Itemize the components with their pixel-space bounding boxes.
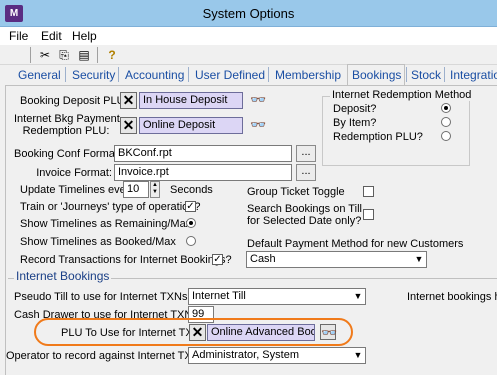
menu-file[interactable]: File: [9, 29, 28, 43]
internet-bkg-payment-label-line2: Redemption PLU:: [22, 125, 110, 137]
tab-divider: [444, 67, 445, 82]
operator-label: Operator to record against Internet TXNs…: [6, 350, 209, 362]
redemption-option-plu-radio[interactable]: [441, 131, 451, 141]
default-payment-label: Default Payment Method for new Customers: [247, 238, 464, 250]
toolbar-separator: [30, 47, 31, 63]
tab-divider: [406, 67, 407, 82]
plu-internet-label: PLU To Use for Internet TXNs:: [61, 327, 210, 339]
update-timelines-field[interactable]: 10: [123, 181, 149, 198]
copy-icon[interactable]: ⎘: [56, 47, 72, 63]
invoice-format-field[interactable]: Invoice.rpt: [114, 164, 292, 181]
binoculars-icon[interactable]: 👓: [250, 117, 266, 133]
redemption-plu-field[interactable]: Online Deposit: [139, 117, 243, 134]
cut-icon[interactable]: ✂: [37, 47, 53, 63]
tab-stock[interactable]: Stock: [411, 68, 441, 82]
paste-icon[interactable]: ▤: [76, 47, 92, 63]
binoculars-icon[interactable]: 👓: [250, 92, 266, 108]
internet-bookings-title: Internet Bookings: [14, 269, 112, 283]
show-remaining-radio[interactable]: [186, 218, 196, 228]
conf-format-field[interactable]: BKConf.rpt: [114, 145, 292, 162]
search-bookings-label-line2: for Selected Date only?: [247, 215, 362, 227]
tab-divider: [65, 67, 66, 82]
invoice-format-browse-button[interactable]: ...: [296, 164, 316, 181]
menu-edit[interactable]: Edit: [41, 29, 62, 43]
redemption-option-deposit-label: Deposit?: [333, 103, 377, 115]
group-ticket-checkbox[interactable]: [363, 186, 374, 197]
conf-format-label: Booking Conf Format:: [14, 148, 121, 160]
chevron-down-icon[interactable]: ▼: [351, 289, 365, 304]
binoculars-icon[interactable]: 👓: [320, 324, 337, 340]
clear-plu-button[interactable]: ✕: [189, 324, 206, 341]
clear-deposit-plu-button[interactable]: ✕: [120, 92, 137, 109]
menu-help[interactable]: Help: [72, 29, 97, 43]
window-title: System Options: [202, 6, 295, 21]
train-journeys-label: Train or 'Journeys' type of operation?: [20, 201, 201, 213]
redemption-option-plu-label: Redemption PLU?: [333, 131, 423, 143]
pseudo-till-label: Pseudo Till to use for Internet TXNs:: [14, 291, 191, 303]
redemption-option-by-item-radio[interactable]: [441, 117, 451, 127]
spin-down-icon[interactable]: ▼: [151, 189, 159, 196]
search-bookings-label: Search Bookings on Till for Selected Dat…: [247, 203, 362, 227]
spin-up-icon[interactable]: ▲: [151, 182, 159, 189]
show-booked-label: Show Timelines as Booked/Max: [20, 236, 176, 248]
chevron-down-icon[interactable]: ▼: [412, 252, 426, 267]
tab-accounting[interactable]: Accounting: [125, 68, 184, 82]
default-payment-select[interactable]: Cash: [246, 251, 427, 268]
tab-divider: [268, 67, 269, 82]
toolbar-separator: [97, 47, 98, 63]
deposit-plu-field[interactable]: In House Deposit: [139, 92, 243, 109]
redemption-option-by-item-label: By Item?: [333, 117, 377, 129]
record-transactions-label: Record Transactions for Internet Booking…: [20, 254, 232, 266]
toolbar: [0, 45, 497, 65]
redemption-option-deposit-radio[interactable]: [441, 103, 451, 113]
tab-divider: [188, 67, 189, 82]
operator-select[interactable]: Administrator, System: [188, 347, 366, 364]
show-booked-radio[interactable]: [186, 236, 196, 246]
update-timelines-label: Update Timelines every:: [20, 184, 138, 196]
train-journeys-checkbox[interactable]: ✓: [185, 201, 196, 212]
tab-user-defined[interactable]: User Defined: [195, 68, 265, 82]
search-bookings-checkbox[interactable]: [363, 209, 374, 220]
tab-membership[interactable]: Membership: [275, 68, 341, 82]
chevron-down-icon[interactable]: ▼: [351, 348, 365, 363]
tab-divider: [118, 67, 119, 82]
internet-bookings-hidden-note: Internet bookings hidd: [407, 291, 497, 303]
record-transactions-checkbox[interactable]: ✓: [212, 254, 223, 265]
tab-bookings[interactable]: Bookings: [352, 68, 401, 82]
update-timelines-spinner[interactable]: ▲ ▼: [150, 181, 160, 198]
clear-redemption-plu-button[interactable]: ✕: [120, 117, 137, 134]
show-remaining-label: Show Timelines as Remaining/Max: [20, 218, 192, 230]
tab-integration[interactable]: Integratio: [450, 68, 497, 82]
update-timelines-unit: Seconds: [170, 184, 213, 196]
internet-bkg-payment-label-line1: Internet Bkg Payment: [14, 113, 120, 125]
tab-security[interactable]: Security: [72, 68, 115, 82]
tab-general[interactable]: General: [18, 68, 61, 82]
conf-format-browse-button[interactable]: ...: [296, 145, 316, 162]
group-ticket-label: Group Ticket Toggle: [247, 186, 345, 198]
internet-bkg-payment-label: Internet Bkg Payment Redemption PLU:: [14, 113, 120, 137]
search-bookings-label-line1: Search Bookings on Till: [247, 203, 362, 215]
redemption-method-title: Internet Redemption Method: [330, 89, 474, 101]
invoice-format-label: Invoice Format:: [36, 167, 112, 179]
deposit-plu-label: Booking Deposit PLU:: [20, 95, 128, 107]
help-icon[interactable]: ?: [104, 47, 120, 63]
plu-internet-field[interactable]: Online Advanced Book: [207, 324, 315, 341]
pseudo-till-select[interactable]: Internet Till: [188, 288, 366, 305]
